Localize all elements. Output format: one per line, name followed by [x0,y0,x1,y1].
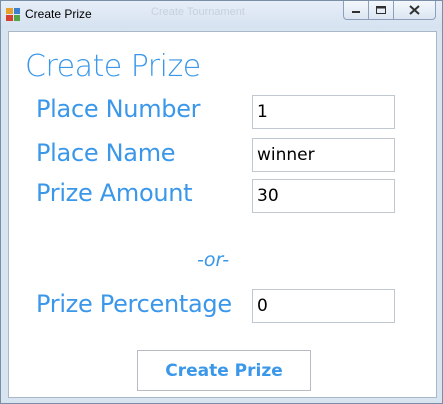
place-number-input[interactable] [252,95,395,129]
place-number-label: Place Number [36,95,201,123]
create-prize-button[interactable]: Create Prize [137,350,311,391]
window-title: Create Prize [25,7,92,21]
prize-percentage-input[interactable] [252,289,395,323]
maximize-button[interactable] [368,1,394,20]
minimize-icon [352,11,360,13]
place-name-label: Place Name [36,139,176,167]
prize-amount-label: Prize Amount [36,179,193,207]
form-panel: Create Prize Place Number Place Name Pri… [8,31,437,398]
or-divider-text: -or- [197,249,230,271]
caption-buttons [343,1,436,21]
background-window-title: Create Tournament [151,6,245,18]
place-name-input[interactable] [252,138,395,172]
close-icon [409,5,420,15]
minimize-button[interactable] [343,1,369,20]
close-button[interactable] [393,1,436,20]
form-icon [6,8,20,21]
create-prize-window: Create Prize Create Tournament Create Pr… [0,0,443,404]
page-title: Create Prize [25,49,201,84]
prize-amount-input[interactable] [252,179,395,213]
maximize-icon [376,6,386,14]
prize-percentage-label: Prize Percentage [36,290,232,318]
title-bar[interactable]: Create Prize Create Tournament [1,1,442,28]
